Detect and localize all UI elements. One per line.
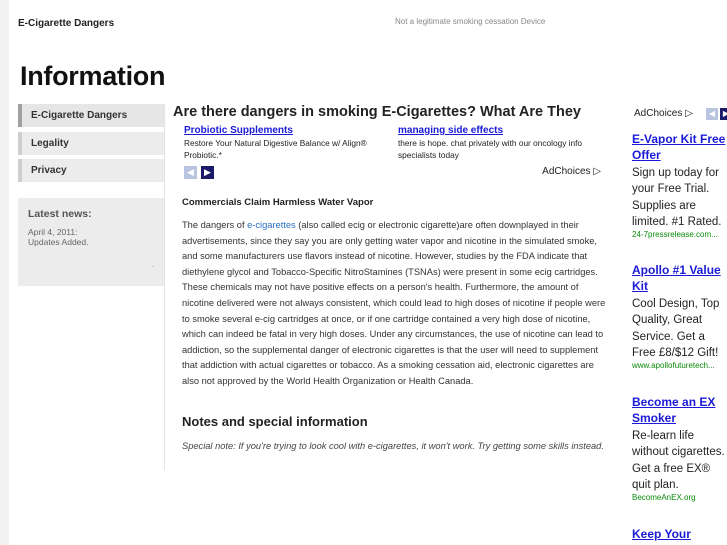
right-ad-item: Become an EX Smoker Re-learn life withou… xyxy=(632,394,727,502)
article-body: The dangers of e-cigarettes (also called… xyxy=(182,218,608,390)
section-heading: Commercials Claim Harmless Water Vapor xyxy=(182,197,374,208)
top-ad-unit: Are there dangers in smoking E-Cigarette… xyxy=(173,104,608,184)
ad-description: there is hope. chat privately with our o… xyxy=(398,138,583,160)
right-ad-item: E-Vapor Kit Free Offer Sign up today for… xyxy=(632,131,727,239)
ad-link-side-effects[interactable]: managing side effects xyxy=(398,125,503,136)
ad-url[interactable]: 24-7pressrelease.com... xyxy=(632,230,727,239)
ad-description: Re-learn life without cigarettes. Get a … xyxy=(632,430,725,491)
news-title: Latest news: xyxy=(28,208,92,220)
ad-prev-arrow-icon[interactable]: ◀ xyxy=(184,166,197,179)
ad-description: Cool Design, Top Quality, Great Service.… xyxy=(632,298,720,359)
news-text: Updates Added. xyxy=(28,237,89,247)
adchoices-link[interactable]: AdChoices ▷ xyxy=(542,166,601,177)
sidebar-item-privacy[interactable]: Privacy xyxy=(18,159,164,182)
ad-next-arrow-icon[interactable]: ▶ xyxy=(201,166,214,179)
ad-title-link[interactable]: Apollo #1 Value Kit xyxy=(632,262,727,294)
ad-link-probiotic[interactable]: Probiotic Supplements xyxy=(184,125,293,136)
ad-url[interactable]: www.apollofuturetech... xyxy=(632,361,727,370)
content-divider xyxy=(164,104,165,470)
ad-description: Sign up today for your Free Trial. Suppl… xyxy=(632,167,722,228)
adchoices-link[interactable]: AdChoices ▷ xyxy=(634,108,693,119)
article-heading: Are there dangers in smoking E-Cigarette… xyxy=(173,104,581,120)
ad-title-link[interactable]: Keep Your xyxy=(632,526,727,542)
ad-description: Restore Your Natural Digestive Balance w… xyxy=(184,138,367,160)
ecigarettes-link[interactable]: e-cigarettes xyxy=(247,220,296,230)
page-title: Information xyxy=(20,61,166,91)
ad-url[interactable]: BecomeAnEX.org xyxy=(632,493,727,502)
sidebar-item-ecigarette-dangers[interactable]: E-Cigarette Dangers xyxy=(18,104,164,127)
ad-title-link[interactable]: E-Vapor Kit Free Offer xyxy=(632,131,727,163)
ad-title-link[interactable]: Become an EX Smoker xyxy=(632,394,727,426)
body-text-pre: The dangers of xyxy=(182,220,248,230)
right-ad-item: Apollo #1 Value Kit Cool Design, Top Qua… xyxy=(632,262,727,370)
site-title[interactable]: E-Cigarette Dangers xyxy=(18,18,114,29)
ad-prev-arrow-icon[interactable]: ◀ xyxy=(706,108,718,120)
page-container: E-Cigarette Dangers Not a legitimate smo… xyxy=(9,0,727,545)
ad-next-arrow-icon[interactable]: ▶ xyxy=(720,108,727,120)
site-tagline: Not a legitimate smoking cessation Devic… xyxy=(395,17,546,26)
news-dot: . xyxy=(151,260,154,269)
latest-news-box: Latest news: April 4, 2011: Updates Adde… xyxy=(18,198,164,286)
news-date: April 4, 2011: xyxy=(28,227,78,237)
sidebar-item-legality[interactable]: Legality xyxy=(18,132,164,155)
body-text-post: (also called ecig or electronic cigarett… xyxy=(182,220,606,386)
special-note: Special note: If you're trying to look c… xyxy=(182,441,604,451)
right-ad-item: Keep Your xyxy=(632,526,727,542)
notes-heading: Notes and special information xyxy=(182,414,368,429)
